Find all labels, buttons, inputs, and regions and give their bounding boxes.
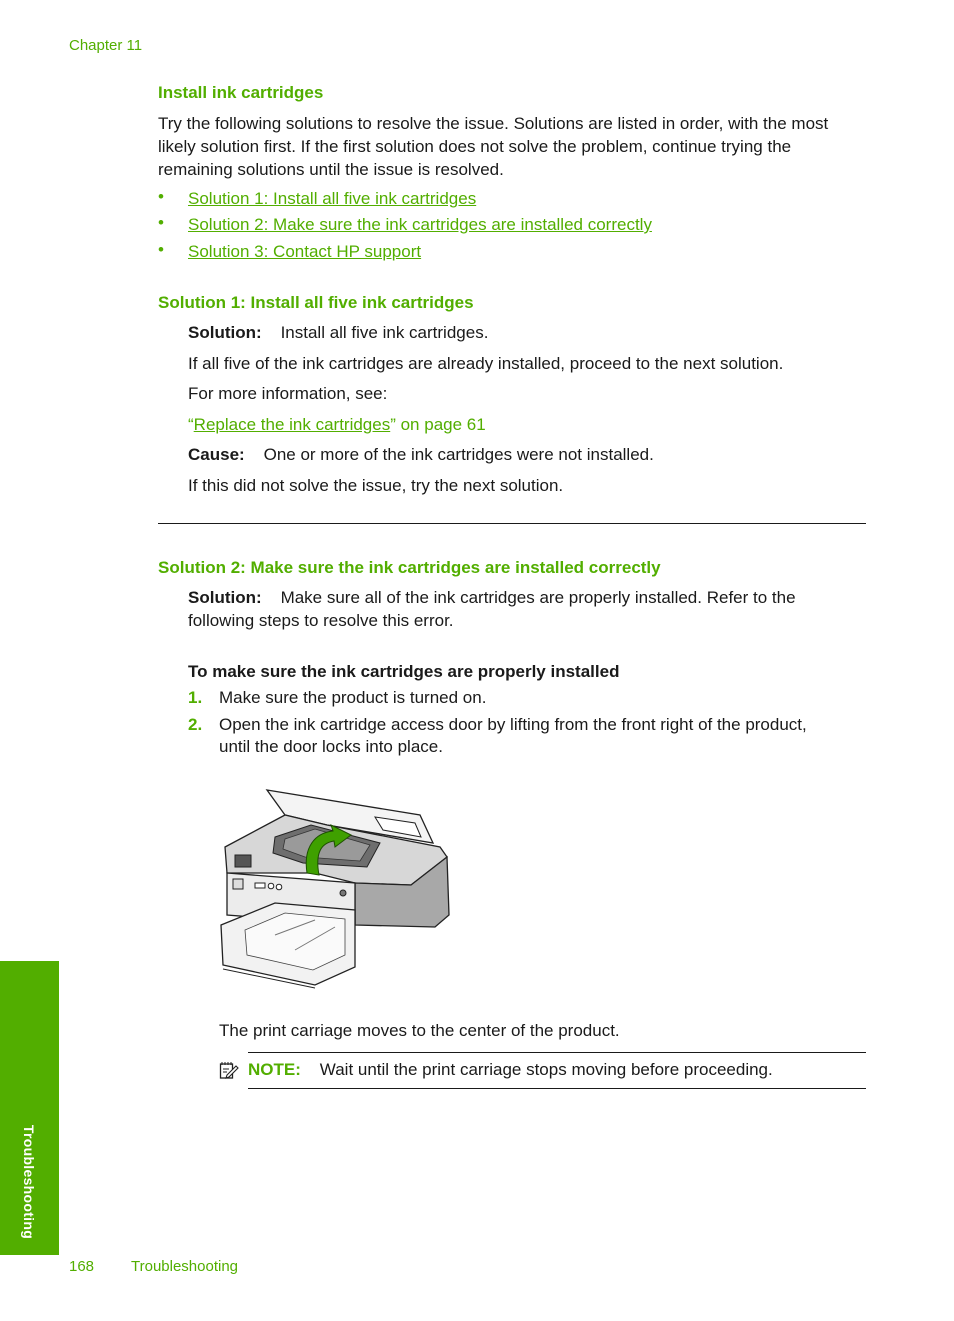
solution-1-solution: Solution: Install all five ink cartridge… [188,321,488,344]
solution-text: Make sure all of the ink cartridges are … [280,588,796,607]
intro-line: likely solution first. If the first solu… [158,137,792,156]
note: NOTE: Wait until the print carriage stop… [248,1058,773,1081]
page-number: 168 [69,1258,95,1275]
note-top-rule [248,1052,866,1053]
footer-section: Troubleshooting [131,1258,239,1275]
intro-line: Try the following solutions to resolve t… [158,114,829,133]
step-number: 1. [188,688,203,707]
link-solution-3[interactable]: Solution 3: Contact HP support [188,240,421,263]
cause-label: Cause: [188,445,245,464]
bullet: • [158,213,164,232]
solution-1-cause: Cause: One or more of the ink cartridges… [188,443,654,466]
chapter-label: Chapter 11 [69,37,143,54]
display-screen [234,854,252,868]
solution-text-cont: following steps to resolve this error. [188,611,454,630]
solution-text: Install all five ink cartridges. [280,323,489,342]
control-button [267,882,275,890]
page-reference: ” on page 61 [390,415,486,434]
solution-label: Solution: [188,588,262,607]
replace-ink-cartridges-link[interactable]: Replace the ink cartridges [194,415,391,434]
control-button [275,883,283,891]
link-solution-1[interactable]: Solution 1: Install all five ink cartrid… [188,187,476,210]
solution-1-more-info: For more information, see: [188,384,388,403]
note-icon [219,1062,239,1079]
solution-2-solution: Solution: Make sure all of the ink cartr… [188,586,878,632]
note-bottom-rule [248,1088,866,1089]
note-text: Wait until the print carriage stops movi… [319,1060,773,1079]
printer-illustration [220,789,450,989]
cause-text: One or more of the ink cartridges were n… [263,445,654,464]
solution-1-para: If all five of the ink cartridges are al… [188,354,784,373]
power-button [339,889,347,897]
procedure-title: To make sure the ink cartridges are prop… [188,662,620,681]
step-text-cont: until the door locks into place. [219,737,443,756]
section-divider [158,523,866,524]
solution-2-heading: Solution 2: Make sure the ink cartridges… [158,558,661,577]
control-button [232,878,244,890]
solution-1-heading: Solution 1: Install all five ink cartrid… [158,293,474,312]
bullet: • [158,187,164,206]
link-solution-2[interactable]: Solution 2: Make sure the ink cartridges… [188,213,652,236]
section-title: Install ink cartridges [158,83,324,102]
intro-line: remaining solutions until the issue is r… [158,160,504,179]
step-number: 2. [188,715,203,734]
note-label: NOTE: [248,1060,301,1079]
bullet: • [158,240,164,259]
solution-label: Solution: [188,323,262,342]
control-button [254,882,266,889]
step-text: Make sure the product is turned on. [219,688,487,707]
intro-paragraph: Try the following solutions to resolve t… [158,112,878,181]
cross-reference: “Replace the ink cartridges” on page 61 [188,413,486,436]
carriage-moves-text: The print carriage moves to the center o… [219,1021,620,1040]
chapter-tab-label: Troubleshooting [21,1124,37,1240]
step-text: Open the ink cartridge access door by li… [219,715,807,734]
solution-1-next: If this did not solve the issue, try the… [188,476,564,495]
